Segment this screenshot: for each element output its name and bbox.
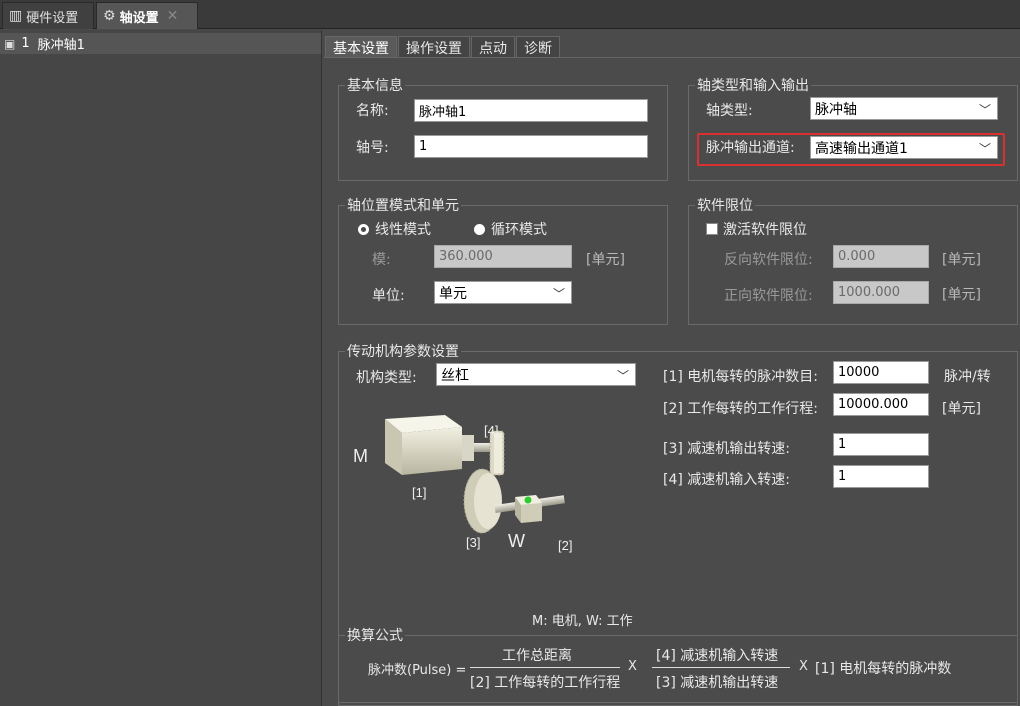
formula-numerator-1: 工作总距离 — [502, 648, 572, 664]
formula-times-2: X — [799, 659, 808, 674]
reducer-output-label: [3] 减速机输出转速: — [663, 441, 790, 457]
tree-item-axis[interactable]: ▣ 1 脉冲轴1 — [0, 33, 321, 54]
leadscrew-diagram: M W [1] [2] [3] [4] — [353, 415, 572, 553]
pulses-per-rev-field[interactable]: 10000 — [833, 361, 929, 384]
negative-limit-unit: [单元] — [942, 252, 981, 268]
axis-number-label: 轴号: — [356, 140, 389, 156]
group-title: 基本信息 — [347, 78, 403, 94]
tab-hardware-settings[interactable]: ▥ 硬件设置 — [2, 2, 94, 29]
tree-item-label: 脉冲轴1 — [37, 38, 85, 53]
basic-info-group: 基本信息 — [338, 75, 668, 181]
travel-per-rev-field[interactable]: 10000.000 — [833, 393, 929, 416]
label-1: [1] — [412, 485, 426, 500]
pulse-channel-value: 高速输出通道1 — [815, 140, 908, 157]
reducer-output-field[interactable]: 1 — [833, 433, 929, 456]
unit-label: 单位: — [372, 288, 405, 304]
formula-denominator-1: [2] 工作每转的工作行程 — [470, 675, 621, 691]
group-title: 软件限位 — [697, 198, 753, 214]
settings-tabbar: 基本设置 操作设置 点动 诊断 — [325, 36, 561, 58]
radio-unselected-icon — [474, 223, 485, 235]
name-label: 名称: — [356, 103, 389, 119]
radio-label: 循环模式 — [491, 222, 547, 238]
status-dot-icon — [524, 496, 532, 504]
negative-limit-field: 0.000 — [833, 245, 929, 268]
formula-lhs: 脉冲数(Pulse) = — [368, 663, 467, 678]
motor-shape — [385, 415, 474, 475]
positive-limit-label: 正向软件限位: — [724, 288, 813, 304]
label-3: [3] — [466, 535, 480, 550]
group-title: 换算公式 — [347, 628, 403, 644]
chevron-down-icon: ﹀ — [978, 103, 991, 117]
modulo-unit: [单元] — [586, 252, 625, 268]
checkbox-icon — [706, 223, 718, 235]
tab-axis-settings[interactable]: ⚙ 轴设置 ✕ — [96, 2, 198, 29]
nut-shape — [515, 495, 542, 523]
formula-numerator-2: [4] 减速机输入转速 — [656, 648, 779, 664]
reducer-input-field[interactable]: 1 — [833, 465, 929, 488]
activate-soft-limit-checkbox[interactable]: 激活软件限位 — [706, 219, 807, 239]
axis-type-value: 脉冲轴 — [815, 101, 857, 118]
modulo-field: 360.000 — [434, 245, 572, 268]
group-title: 轴类型和输入输出 — [697, 78, 809, 94]
formula-tail: [1] 电机每转的脉冲数 — [815, 661, 952, 677]
positive-limit-unit: [单元] — [942, 287, 981, 303]
gear-icon: ⚙ — [103, 8, 116, 24]
tab-label: 硬件设置 — [26, 10, 79, 26]
negative-limit-label: 反向软件限位: — [724, 252, 813, 268]
chevron-down-icon: ﹀ — [616, 369, 629, 383]
fraction-bar-2 — [652, 667, 790, 668]
tab-diagnostics[interactable]: 诊断 — [516, 36, 560, 58]
reducer-input-label: [4] 减速机输入转速: — [663, 472, 790, 488]
linear-mode-radio[interactable]: 线性模式 — [358, 219, 431, 239]
radio-label: 线性模式 — [375, 222, 431, 238]
tab-label: 轴设置 — [119, 10, 159, 26]
formula-denominator-2: [3] 减速机输出转速 — [656, 675, 779, 691]
pulses-per-rev-unit: 脉冲/转 — [944, 369, 991, 385]
pulse-channel-select[interactable]: 高速输出通道1 ﹀ — [810, 136, 998, 159]
unit-value: 单元 — [439, 285, 467, 302]
mechanism-type-value: 丝杠 — [441, 367, 469, 384]
axis-icon: ▣ — [4, 36, 16, 51]
group-title: 轴位置模式和单元 — [347, 198, 459, 214]
label-4: [4] — [484, 423, 498, 438]
unit-select[interactable]: 单元 ﹀ — [434, 281, 572, 304]
work-label: W — [508, 531, 525, 551]
modulo-label: 模: — [372, 252, 391, 268]
close-icon[interactable]: ✕ — [167, 8, 179, 24]
tab-operation-settings[interactable]: 操作设置 — [398, 36, 470, 58]
axis-type-select[interactable]: 脉冲轴 ﹀ — [810, 97, 998, 120]
name-field[interactable]: 脉冲轴1 — [414, 99, 648, 122]
pulse-channel-label: 脉冲输出通道: — [706, 140, 795, 156]
label-2: [2] — [558, 538, 572, 553]
chevron-down-icon: ﹀ — [978, 142, 991, 156]
positive-limit-field: 1000.000 — [833, 281, 929, 304]
mechanism-type-label: 机构类型: — [356, 370, 417, 386]
tab-jog[interactable]: 点动 — [471, 36, 515, 58]
group-title: 传动机构参数设置 — [347, 344, 459, 360]
tree-item-index: 1 — [21, 36, 30, 51]
formula-times-1: X — [628, 659, 637, 674]
axis-tree-panel — [0, 30, 322, 706]
circular-mode-radio[interactable]: 循环模式 — [474, 219, 547, 239]
fraction-bar-1 — [470, 667, 620, 668]
axis-number-field[interactable]: 1 — [414, 135, 648, 158]
axis-type-label: 轴类型: — [706, 103, 753, 119]
travel-per-rev-label: [2] 工作每转的工作行程: — [663, 401, 818, 417]
radio-selected-icon — [358, 223, 369, 235]
hardware-icon: ▥ — [9, 8, 23, 24]
motor-label: M — [353, 446, 368, 466]
checkbox-label: 激活软件限位 — [723, 222, 807, 238]
mechanism-type-select[interactable]: 丝杠 ﹀ — [436, 363, 636, 386]
large-gear-shape — [463, 468, 502, 534]
tab-basic-settings[interactable]: 基本设置 — [325, 36, 397, 58]
chevron-down-icon: ﹀ — [552, 287, 565, 301]
travel-per-rev-unit: [单元] — [942, 401, 981, 417]
pulses-per-rev-label: [1] 电机每转的脉冲数目: — [663, 369, 818, 385]
